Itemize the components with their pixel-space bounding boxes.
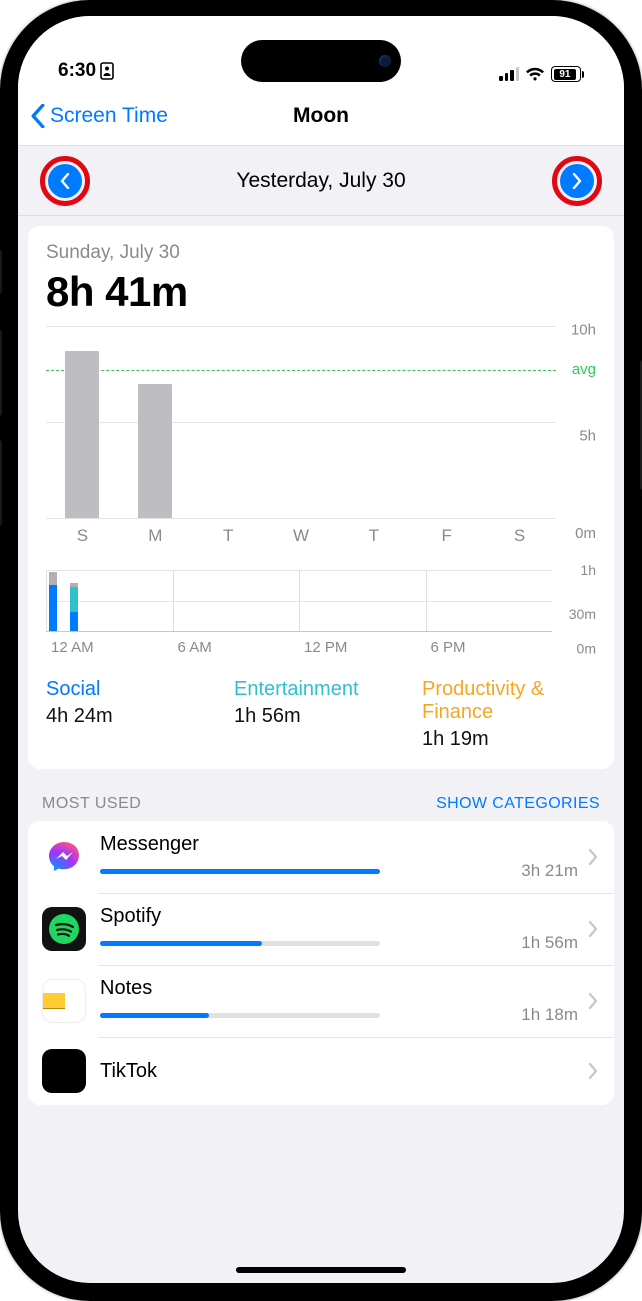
annotation-next	[552, 156, 602, 206]
spotify-icon	[42, 907, 86, 951]
avg-label: avg	[572, 361, 596, 378]
volume-down-button	[0, 440, 2, 526]
chart-bar	[46, 326, 119, 518]
y-tick-label: 30m	[569, 606, 596, 622]
y-tick-label: 10h	[571, 322, 596, 339]
date-picker: Yesterday, July 30	[18, 146, 624, 216]
app-time: 1h 56m	[521, 933, 578, 953]
category-name: Productivity & Finance	[422, 678, 596, 724]
category-item[interactable]: Productivity & Finance 1h 19m	[422, 678, 596, 751]
back-button[interactable]: Screen Time	[30, 104, 168, 128]
home-indicator[interactable]	[236, 1267, 406, 1273]
chevron-right-icon	[588, 1063, 598, 1079]
screen: 6:30 91 Screen Time Moon	[18, 16, 624, 1283]
category-item[interactable]: Entertainment 1h 56m	[234, 678, 408, 728]
cellular-signal-icon	[499, 67, 519, 81]
most-used-header: MOST USED SHOW CATEGORIES	[18, 769, 624, 821]
app-name: Spotify	[100, 905, 578, 928]
chart-bar	[337, 326, 410, 518]
volume-up-button	[0, 330, 2, 416]
app-time: 3h 21m	[521, 861, 578, 881]
mute-switch	[0, 250, 2, 294]
chart-bar	[192, 326, 265, 518]
chart-bar	[49, 572, 57, 631]
id-card-icon	[100, 62, 114, 80]
app-row[interactable]: Messenger 3h 21m	[28, 821, 614, 893]
usage-track	[100, 1013, 380, 1018]
chart-bar	[410, 326, 483, 518]
summary-day-label: Sunday, July 30	[46, 242, 596, 264]
x-tick-label: W	[265, 526, 338, 546]
x-tick-label: T	[192, 526, 265, 546]
x-tick-label: T	[337, 526, 410, 546]
app-name: Messenger	[100, 833, 578, 856]
chevron-right-icon	[588, 849, 598, 865]
x-tick-label: S	[483, 526, 556, 546]
next-day-button[interactable]	[560, 164, 594, 198]
app-time: 1h 18m	[521, 1005, 578, 1025]
y-tick-label: 5h	[579, 428, 596, 445]
notes-icon	[42, 979, 86, 1023]
category-summary: Social 4h 24m Entertainment 1h 56m Productiv…	[46, 678, 596, 751]
summary-total-time: 8h 41m	[46, 268, 596, 316]
battery-pct: 91	[554, 69, 577, 80]
x-tick-label: 12 PM	[304, 639, 347, 656]
category-value: 1h 56m	[234, 705, 408, 728]
weekly-chart[interactable]: 10h 5h 0m avg SMTWTFS	[46, 326, 596, 546]
category-value: 1h 19m	[422, 728, 596, 751]
phone-frame: 6:30 91 Screen Time Moon	[0, 0, 642, 1301]
usage-track	[100, 869, 380, 874]
app-name: Notes	[100, 977, 578, 1000]
tiktok-icon	[42, 1049, 86, 1093]
y-tick-label: 1h	[580, 562, 596, 578]
usage-track	[100, 941, 380, 946]
date-label: Yesterday, July 30	[236, 169, 405, 193]
chart-bar	[265, 326, 338, 518]
section-label: MOST USED	[42, 795, 141, 813]
chevron-right-icon	[588, 993, 598, 1009]
nav-bar: Screen Time Moon	[18, 86, 624, 146]
status-time: 6:30	[58, 60, 96, 82]
category-value: 4h 24m	[46, 705, 220, 728]
wifi-icon	[525, 66, 545, 82]
app-name: TikTok	[100, 1060, 578, 1083]
x-tick-label: M	[119, 526, 192, 546]
messenger-icon	[42, 835, 86, 879]
app-row[interactable]: TikTok	[28, 1037, 614, 1105]
x-tick-label: 6 AM	[178, 639, 212, 656]
x-tick-label: 12 AM	[51, 639, 94, 656]
app-row[interactable]: Spotify 1h 56m	[28, 893, 614, 965]
most-used-list: Messenger 3h 21m Spotify 1h 56m Notes 1h 18m T…	[28, 821, 614, 1105]
dynamic-island	[241, 40, 401, 82]
y-tick-label: 0m	[575, 525, 596, 542]
chart-bar	[70, 583, 78, 631]
chevron-right-icon	[588, 921, 598, 937]
category-name: Social	[46, 678, 220, 701]
battery-icon: 91	[551, 66, 584, 82]
prev-day-button[interactable]	[48, 164, 82, 198]
hourly-chart[interactable]: 1h 30m 0m 12 AM6 AM12 PM6 PM	[46, 570, 596, 658]
app-row[interactable]: Notes 1h 18m	[28, 965, 614, 1037]
annotation-prev	[40, 156, 90, 206]
show-categories-button[interactable]: SHOW CATEGORIES	[436, 795, 600, 813]
back-label: Screen Time	[50, 104, 168, 128]
y-tick-label: 0m	[577, 640, 596, 656]
category-name: Entertainment	[234, 678, 408, 701]
x-tick-label: F	[410, 526, 483, 546]
summary-card: Sunday, July 30 8h 41m 10h 5h 0m avg SMT…	[28, 226, 614, 769]
camera-dot	[379, 55, 391, 67]
x-tick-label: S	[46, 526, 119, 546]
chart-bar	[119, 326, 192, 518]
category-item[interactable]: Social 4h 24m	[46, 678, 220, 728]
chart-bar	[483, 326, 556, 518]
x-tick-label: 6 PM	[431, 639, 466, 656]
